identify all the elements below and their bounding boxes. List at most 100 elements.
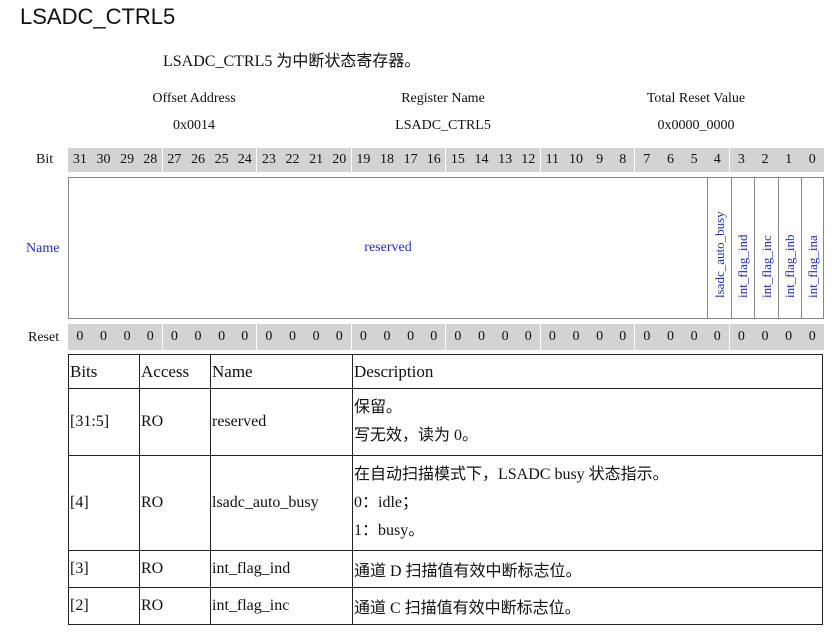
reset-value-cell: 0 xyxy=(761,329,769,344)
table-row: [4] RO lsadc_auto_busy 在自动扫描模式下，LSADC bu… xyxy=(68,455,823,551)
reset-value-cell: 0 xyxy=(517,324,541,350)
field-int-flag-ina-label: int_flag_ina xyxy=(804,235,820,298)
bit-number-cell: 21 xyxy=(309,152,324,167)
row-name: int_flag_inc xyxy=(210,587,353,625)
reset-value-cell: 0 xyxy=(454,329,462,344)
bit-number-cell: 12 xyxy=(517,148,541,172)
reset-value-cell: 0 xyxy=(123,329,131,344)
reset-value-cell: 0 xyxy=(139,324,163,350)
reset-row-label: Reset xyxy=(28,330,60,345)
reset-value-cell: 0 xyxy=(218,329,226,344)
bit-number-cell: 19 xyxy=(356,152,371,167)
reset-value-cell: 0 xyxy=(328,324,352,350)
header-bits: Bits xyxy=(68,354,140,389)
bit-number-cell: 4 xyxy=(706,148,730,172)
field-int-flag-ina: int_flag_ina xyxy=(801,178,823,318)
reset-value-cell: 0 xyxy=(422,324,446,350)
bit-number-cell: 24 xyxy=(233,148,257,172)
reset-value-cell: 0 xyxy=(288,329,296,344)
reset-value-cell: 0 xyxy=(76,329,84,344)
table-header-row: Bits Access Name Description xyxy=(68,354,823,389)
row-description: 保留。 写无效，读为 0。 xyxy=(352,388,823,456)
desc-line: 保留。 xyxy=(354,399,403,416)
reset-value-cell: 0 xyxy=(194,329,202,344)
bit-number-cell: 10 xyxy=(568,152,583,167)
bit-number-cell: 15 xyxy=(450,152,465,167)
row-access: RO xyxy=(139,587,211,625)
row-name: lsadc_auto_busy xyxy=(210,455,353,551)
desc-line: 写无效，读为 0。 xyxy=(354,427,479,444)
bit-number-cell: 0 xyxy=(808,152,816,167)
bit-number-cell: 11 xyxy=(545,152,560,167)
reset-value-cell: 0 xyxy=(477,329,485,344)
desc-line: 在自动扫描模式下，LSADC busy 状态指示。 xyxy=(354,466,669,483)
row-access: RO xyxy=(139,550,211,588)
bit-number-cell: 1 xyxy=(785,152,793,167)
bit-number-cell: 29 xyxy=(120,152,135,167)
reset-value-cell: 0 xyxy=(785,329,793,344)
reset-value-cell: 0 xyxy=(611,324,635,350)
bit-number-cell: 14 xyxy=(474,152,489,167)
bit-number-cell: 18 xyxy=(379,152,394,167)
reset-value-cell: 0 xyxy=(359,329,367,344)
field-lsadc-auto-busy-label: lsadc_auto_busy xyxy=(711,211,727,298)
row-access: RO xyxy=(139,388,211,456)
field-int-flag-inb-label: int_flag_inb xyxy=(782,234,797,298)
reset-value-cell: 0 xyxy=(501,329,509,344)
bit-number-cell: 2 xyxy=(761,152,769,167)
reset-value-cell: 0 xyxy=(312,329,320,344)
reset-value-cell: 0 xyxy=(265,329,273,344)
bit-number-cell: 27 xyxy=(167,152,182,167)
row-bits: [31:5] xyxy=(68,388,140,456)
row-bits: [3] xyxy=(68,550,140,588)
desc-line: 0：idle； xyxy=(354,494,418,511)
row-description: 通道 C 扫描值有效中断标志位。 xyxy=(352,587,823,625)
table-row: [31:5] RO reserved 保留。 写无效，读为 0。 xyxy=(68,388,823,456)
reset-value-cell: 0 xyxy=(643,329,651,344)
bit-number-cell: 3 xyxy=(737,152,745,167)
desc-line: 1：busy。 xyxy=(354,522,425,539)
bit-number-cell: 31 xyxy=(72,152,87,167)
bit-number-cell: 17 xyxy=(403,152,418,167)
bit-number-row: 31 30 29 28 27 26 25 24 23 22 21 20 19 18 17 16 15 14 13 12… xyxy=(68,148,824,172)
bit-number-cell: 22 xyxy=(285,152,300,167)
name-row-label: Name xyxy=(26,241,60,256)
row-bits: [2] xyxy=(68,587,140,625)
table-row: [3] RO int_flag_ind 通道 D 扫描值有效中断标志位。 xyxy=(68,550,823,588)
field-int-flag-inc-label: int_flag_inc xyxy=(758,235,774,298)
intro-text: LSADC_CTRL5 为中断状态寄存器。 xyxy=(163,53,421,70)
page-title: LSADC_CTRL5 xyxy=(20,4,176,29)
reset-value-label: Total Reset Value xyxy=(646,91,746,106)
field-int-flag-ind-label: int_flag_ind xyxy=(735,234,750,298)
field-reserved: reserved xyxy=(364,240,412,255)
row-description: 在自动扫描模式下，LSADC busy 状态指示。 0：idle； 1：busy… xyxy=(352,455,823,551)
offset-address-label: Offset Address xyxy=(152,91,236,106)
bit-number-cell: 6 xyxy=(666,152,674,167)
header-description: Description xyxy=(352,354,823,389)
reset-value-cell: 0 xyxy=(99,329,107,344)
register-name-label: Register Name xyxy=(401,91,485,106)
reset-value-cell: 0 xyxy=(596,329,604,344)
reset-value-cell: 0 xyxy=(383,329,391,344)
reset-value-cell: 0 xyxy=(690,329,698,344)
reset-value-cell: 0 xyxy=(737,329,745,344)
bit-number-cell: 30 xyxy=(96,152,111,167)
register-name-value: LSADC_CTRL5 xyxy=(395,118,491,133)
reset-value-row: 00000000000000000000000000000000 xyxy=(68,324,824,350)
row-name: reserved xyxy=(210,388,353,456)
bit-number-cell: 25 xyxy=(214,152,229,167)
bit-number-cell: 9 xyxy=(596,152,604,167)
bit-number-cell: 7 xyxy=(643,152,651,167)
row-description: 通道 D 扫描值有效中断标志位。 xyxy=(352,550,823,588)
field-int-flag-inc: int_flag_inc xyxy=(754,178,778,318)
reset-value-cell: 0 xyxy=(808,329,816,344)
reset-value-cell: 0 xyxy=(407,329,415,344)
bit-number-cell: 13 xyxy=(498,152,513,167)
reset-value-cell: 0 xyxy=(666,329,674,344)
bit-number-cell: 23 xyxy=(261,152,276,167)
reset-value-cell: 0 xyxy=(233,324,257,350)
bit-number-cell: 8 xyxy=(611,148,635,172)
row-bits: [4] xyxy=(68,455,140,551)
field-name-box: reserved lsadc_auto_busy int_flag_ind in… xyxy=(68,177,824,319)
row-access: RO xyxy=(139,455,211,551)
